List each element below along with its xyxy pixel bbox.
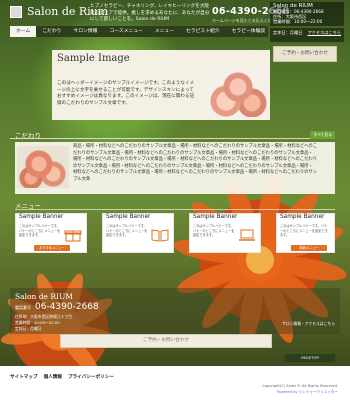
info-extra: 定休日：月曜日 アクセスはこちら bbox=[270, 28, 344, 42]
footer-access-link[interactable]: サロン情報・アクセスはこちら bbox=[282, 321, 335, 327]
powered-by-link[interactable]: Powered by ジンドゥークリエイター bbox=[262, 389, 338, 395]
banner-text: このはサンプルバナーです。バナーのところにメニューを設定できます。 bbox=[193, 224, 235, 238]
bottom-bar: サイトマップ 個人情報 プライバシーポリシー Copyright(C) Salo… bbox=[0, 366, 350, 400]
laptop-icon bbox=[239, 229, 255, 241]
kodawari-rose-image bbox=[17, 146, 69, 188]
info-line: 定休日：月曜日 bbox=[273, 30, 303, 35]
bottom-links: サイトマップ 個人情報 プライバシーポリシー bbox=[10, 374, 114, 380]
banner-title: Sample Banner bbox=[19, 214, 64, 220]
tagline: ヒプノセラピー、チャネリング、レイキヒーリングを大阪府のエリアで提供。癒しを求め… bbox=[90, 4, 210, 22]
kodawari-more-button[interactable]: すべて見る bbox=[310, 131, 335, 139]
banner-button[interactable]: 新着メニュー bbox=[291, 245, 327, 251]
banner-title: Sample Banner bbox=[106, 214, 151, 220]
footer-panel: Salon de RIUM 電話番号 06-4390-2668 住所地：大阪市西区… bbox=[10, 288, 340, 334]
kodawari-header: こだわり すべて見る bbox=[10, 130, 335, 140]
info-box: Salon de RIUM 電話番号：06-4390-2668 住所：大阪市西区… bbox=[270, 2, 344, 26]
sitemap-link[interactable]: サイトマップ bbox=[10, 374, 38, 380]
footer-phone-label: 電話番号 bbox=[15, 305, 31, 310]
info-line: 営業時間：10:00〜22:00 bbox=[273, 19, 323, 24]
contact-button[interactable]: ご予約・お問い合わせ bbox=[273, 46, 337, 62]
pagetop-button[interactable]: PAGETOP bbox=[285, 354, 335, 362]
nav-item-course-menu[interactable]: コースメニュー bbox=[103, 26, 148, 37]
nav-item-experience[interactable]: セラピー体験談 bbox=[226, 26, 272, 37]
footer-contact-button[interactable]: ご予約・お問い合わせ bbox=[60, 334, 272, 348]
hero-title: Sample Image bbox=[57, 53, 130, 64]
menu-divider bbox=[15, 209, 335, 210]
nav-item-home[interactable]: ホーム bbox=[10, 26, 37, 37]
nav-item-salon-info[interactable]: サロン情報 bbox=[67, 26, 103, 37]
banner-text: このはサンプルバナーです。バナーのところにメニューを設定できます。 bbox=[19, 224, 61, 238]
copyright: Copyright(C) Salon R. All Rights Reserve… bbox=[262, 383, 338, 395]
kodawari-title: こだわり bbox=[15, 132, 41, 140]
gift-icon bbox=[64, 230, 82, 242]
banner-card-4[interactable]: Sample Banner このはサンプルバナーです。バナーのところにメニューを… bbox=[276, 213, 335, 253]
book-icon bbox=[151, 229, 169, 242]
banner-row: Sample Banner このはサンプルバナーです。バナーのところにメニューを… bbox=[15, 213, 335, 255]
nav-item-therapist[interactable]: セラピスト紹介 bbox=[180, 26, 226, 37]
banner-card-3[interactable]: Sample Banner このはサンプルバナーです。バナーのところにメニューを… bbox=[189, 213, 261, 253]
footer-line: 定休日：月曜日 bbox=[15, 326, 42, 331]
footer-phone-row: 電話番号 06-4390-2668 bbox=[15, 302, 99, 312]
main-nav: ホーム こだわり サロン情報 コースメニュー メニュー セラピスト紹介 セラピー… bbox=[10, 26, 268, 37]
banner-text: このはサンプルバナーです。バナーのところにメニューを設定できます。 bbox=[106, 224, 148, 238]
banner-card-2[interactable]: Sample Banner このはサンプルバナーです。バナーのところにメニューを… bbox=[102, 213, 174, 253]
banner-button[interactable]: おすすめメニュー bbox=[34, 245, 70, 251]
nav-item-kodawari[interactable]: こだわり bbox=[36, 26, 67, 37]
hero-panel: Sample Image このはヘッダーイメージのサンプルイメージです。このよう… bbox=[52, 50, 270, 120]
access-link[interactable]: アクセスはこちら bbox=[308, 30, 341, 36]
banner-text: このはサンプルバナーです。バナーのところにメニューを設定できます。 bbox=[280, 224, 328, 238]
nav-item-menu[interactable]: メニュー bbox=[149, 26, 180, 37]
privacy-link[interactable]: 個人情報 bbox=[44, 374, 62, 380]
footer-name: Salon de RIUM bbox=[15, 292, 73, 301]
kodawari-box: 商品・場所・材料などへのこだわりのサンプル文章品・場所・材料などへのこだわりのサ… bbox=[15, 142, 335, 194]
hero-text: このはヘッダーイメージのサンプルイメージです。このようなイメージの上に文字を乗せ… bbox=[57, 81, 195, 106]
banner-title: Sample Banner bbox=[193, 214, 238, 220]
banner-card-1[interactable]: Sample Banner このはサンプルバナーです。バナーのところにメニューを… bbox=[15, 213, 87, 253]
privacy-policy-link[interactable]: プライバシーポリシー bbox=[68, 374, 114, 380]
banner-title: Sample Banner bbox=[280, 214, 325, 220]
hero-flower-image bbox=[208, 67, 268, 117]
kodawari-text: 商品・場所・材料などへのこだわりのサンプル文章品・場所・材料などへのこだわりのサ… bbox=[73, 144, 318, 182]
logo-mark-icon bbox=[10, 5, 22, 18]
footer-phone: 06-4390-2668 bbox=[35, 302, 99, 312]
